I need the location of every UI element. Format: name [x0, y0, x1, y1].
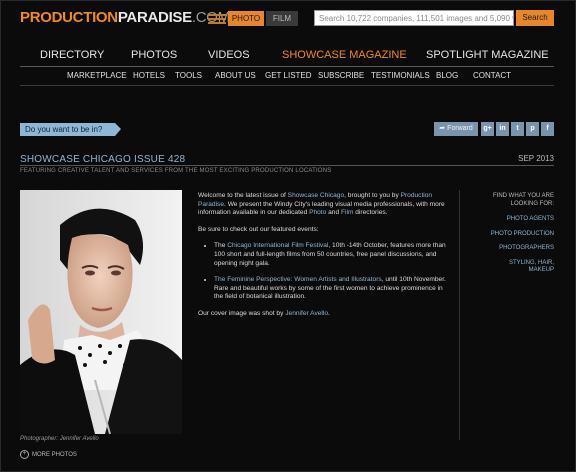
- logo-text-production: PRODUCTION: [20, 9, 118, 26]
- subnav-about-us[interactable]: ABOUT US: [215, 71, 256, 80]
- column-divider: [459, 190, 460, 440]
- nav-showcase-magazine[interactable]: SHOWCASE MAGAZINE: [282, 49, 407, 61]
- plus-icon: +: [20, 450, 29, 459]
- sub-nav: MARKETPLACE HOTELS TOOLS ABOUT US GET LI…: [20, 69, 554, 86]
- events-list: The Chicago International Film Festival,…: [198, 242, 448, 302]
- subnav-get-listed[interactable]: GET LISTED: [265, 71, 312, 80]
- more-photos-link[interactable]: + MORE PHOTOS: [20, 450, 77, 459]
- intro-paragraph: Welcome to the latest issue of Showcase …: [198, 192, 445, 217]
- find-link-makeup[interactable]: MAKEUP: [468, 267, 554, 275]
- site-logo[interactable]: PRODUCTIONPARADISE.COM: [20, 9, 230, 26]
- film-directory-link[interactable]: Film: [341, 209, 353, 216]
- subnav-tools[interactable]: TOOLS: [175, 71, 202, 80]
- cover-photo[interactable]: [20, 190, 182, 434]
- main-nav: DIRECTORY PHOTOS VIDEOS SHOWCASE MAGAZIN…: [20, 48, 554, 67]
- nav-videos[interactable]: VIDEOS: [208, 49, 250, 61]
- model-portrait-image: [20, 190, 182, 434]
- find-link-photo-production[interactable]: PHOTO PRODUCTION: [468, 231, 554, 239]
- film-festival-link[interactable]: Chicago International Film Festival: [227, 242, 328, 249]
- subnav-blog[interactable]: BLOG: [436, 71, 458, 80]
- showcase-chicago-link[interactable]: Showcase Chicago: [288, 192, 344, 199]
- forward-arrow-icon: ➦: [439, 125, 448, 132]
- search-button[interactable]: Search: [516, 10, 554, 26]
- find-link-photo-agents[interactable]: PHOTO AGENTS: [468, 216, 554, 224]
- find-link-styling-hair[interactable]: STYLING, HAIR,: [468, 260, 554, 268]
- more-photos-label: MORE PHOTOS: [32, 452, 77, 459]
- search-input[interactable]: Search 10,722 companies, 111,501 images …: [314, 10, 514, 26]
- subnav-hotels[interactable]: HOTELS: [133, 71, 165, 80]
- subnav-testimonials[interactable]: TESTIMONIALS: [371, 71, 430, 80]
- find-heading: FIND WHAT YOU ARE LOOKING FOR:: [492, 193, 554, 207]
- twitter-icon[interactable]: t: [511, 122, 524, 136]
- google-plus-icon[interactable]: g+: [481, 122, 494, 136]
- menu-lines-icon: [208, 14, 226, 24]
- photo-mode-button[interactable]: PHOTO: [228, 11, 264, 26]
- photo-caption: Photographer: Jennifer Avello: [20, 436, 99, 442]
- issue-title: SHOWCASE CHICAGO ISSUE 428: [20, 154, 186, 165]
- cover-credit: Our cover image was shot by Jennifer Ave…: [198, 309, 330, 317]
- find-sidebar: FIND WHAT YOU ARE LOOKING FOR: PHOTO AGEN…: [468, 193, 554, 282]
- find-link-photographers[interactable]: PHOTOGRAPHERS: [468, 245, 554, 253]
- nav-photos[interactable]: PHOTOS: [131, 49, 177, 61]
- nav-directory[interactable]: DIRECTORY: [40, 49, 104, 61]
- issue-divider: [20, 165, 554, 166]
- feminine-perspective-link[interactable]: The Feminine Perspective: Women Artists …: [214, 276, 382, 283]
- jennifer-avello-link[interactable]: Jennifer Avello: [285, 310, 328, 317]
- want-in-button[interactable]: Do you want to be in?: [20, 123, 121, 136]
- article-body: Welcome to the latest issue of Showcase …: [198, 192, 448, 327]
- film-mode-button[interactable]: FILM: [266, 11, 298, 26]
- forward-button[interactable]: ➦ Forward: [434, 122, 478, 136]
- issue-subtitle: FEATURING CREATIVE TALENT AND SERVICES F…: [20, 168, 332, 174]
- event-item: The Feminine Perspective: Women Artists …: [214, 276, 448, 302]
- nav-spotlight-magazine[interactable]: SPOTLIGHT MAGAZINE: [426, 49, 549, 61]
- logo-text-paradise: PARADISE: [117, 9, 192, 26]
- subnav-marketplace[interactable]: MARKETPLACE: [67, 71, 127, 80]
- event-item: The Chicago International Film Festival,…: [214, 242, 448, 268]
- subnav-contact[interactable]: CONTACT: [473, 71, 511, 80]
- photo-directory-link[interactable]: Photo: [309, 209, 326, 216]
- forward-label: Forward: [447, 125, 473, 132]
- subnav-subscribe[interactable]: SUBSCRIBE: [318, 71, 364, 80]
- events-intro: Be sure to check out our featured events…: [198, 225, 319, 233]
- facebook-icon[interactable]: f: [541, 122, 554, 136]
- pinterest-icon[interactable]: p: [526, 122, 539, 136]
- issue-date: SEP 2013: [518, 154, 554, 163]
- linkedin-icon[interactable]: in: [496, 122, 509, 136]
